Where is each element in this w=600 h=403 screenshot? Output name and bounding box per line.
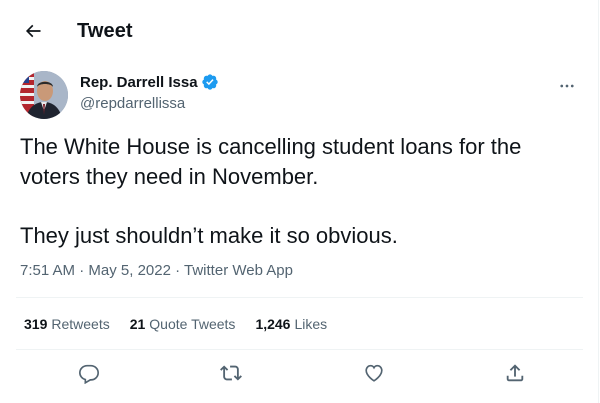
share-icon [506,364,524,382]
divider [16,297,583,298]
retweets-label: Retweets [51,316,110,332]
tweet-paragraph: They just shouldn’t make it so obvious. [20,223,398,248]
quote-tweets-stat[interactable]: 21 Quote Tweets [130,316,236,332]
retweets-count: 319 [24,316,48,332]
tweet-author: Rep. Darrell Issa @repdarrellissa [20,71,580,119]
meta-separator: · [75,262,89,279]
author-names: Rep. Darrell Issa @repdarrellissa [80,73,219,112]
action-bar [16,350,583,400]
meta-separator: · [170,262,185,279]
retweets-stat[interactable]: 319 Retweets [24,316,110,332]
tweet-source[interactable]: Twitter Web App [184,262,293,279]
avatar[interactable] [20,71,68,119]
quotes-count: 21 [129,316,146,332]
retweet-button[interactable] [220,362,246,388]
tweet-time[interactable]: 7:51 AM [20,262,75,279]
top-bar: Tweet [0,0,599,53]
back-button[interactable] [16,14,50,48]
arrow-left-icon [25,24,41,38]
tweet-paragraph: The White House is cancelling student lo… [20,134,522,189]
like-button[interactable] [363,362,389,388]
engagement-stats: 319 Retweets 21 Quote Tweets 1,246 Likes [24,316,347,332]
tweet-detail-page: Tweet Rep. Darrell Issa @repdarrellissa … [0,0,599,403]
quotes-label: Quote Tweets [149,316,236,332]
page-title: Tweet [77,20,133,42]
handle[interactable]: @repdarrellissa [80,95,219,112]
display-name[interactable]: Rep. Darrell Issa [80,74,198,91]
tweet-date[interactable]: May 5, 2022 [88,262,171,279]
reply-icon [79,364,99,385]
verified-badge-icon [201,74,218,90]
reply-button[interactable] [78,362,104,388]
likes-stat[interactable]: 1,246 Likes [255,316,327,332]
share-button[interactable] [504,362,530,388]
more-horizontal-icon [560,84,574,88]
tweet-text: The White House is cancelling student lo… [20,132,580,251]
likes-label: Likes [294,316,328,332]
likes-count: 1,246 [255,316,291,332]
more-button[interactable] [558,77,576,100]
like-icon [365,364,383,382]
retweet-icon [220,365,242,381]
avatar-image [20,71,68,119]
tweet-metadata: 7:51 AM · May 5, 2022 · Twitter Web App [20,262,293,279]
